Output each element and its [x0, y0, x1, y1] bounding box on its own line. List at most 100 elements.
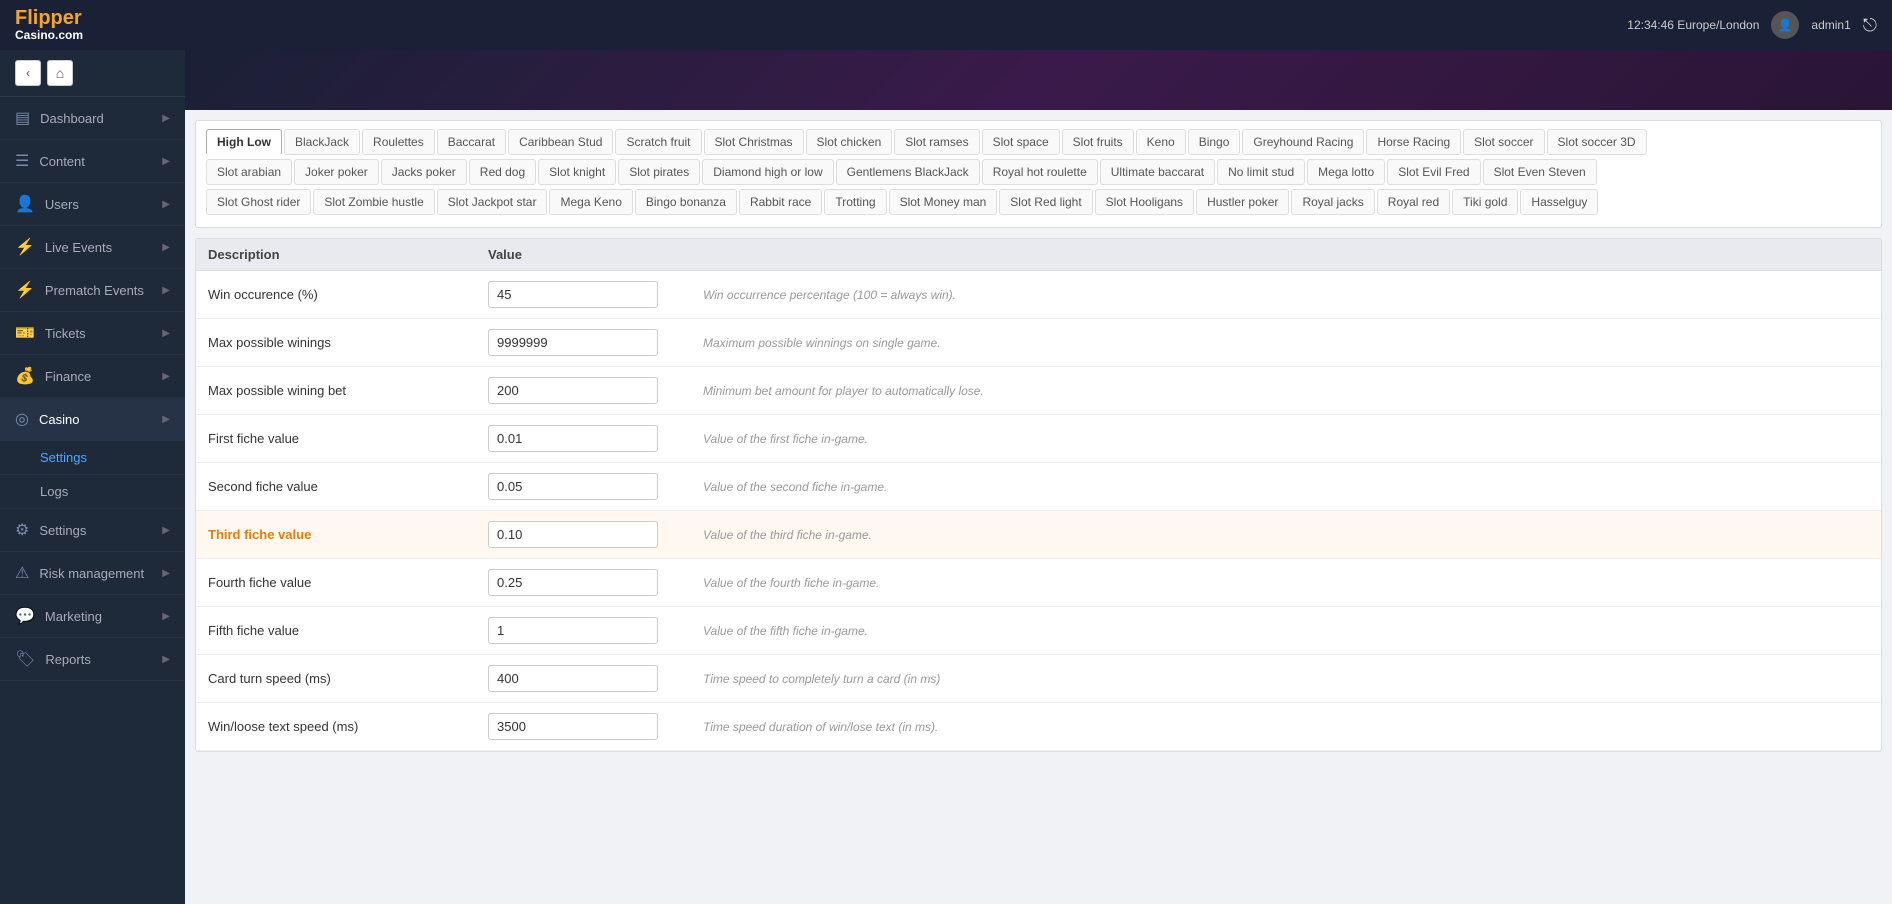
- row-label: Third fiche value: [208, 527, 488, 542]
- tab-slot-zombie-hustle[interactable]: Slot Zombie hustle: [313, 189, 434, 215]
- tab-greyhound-racing[interactable]: Greyhound Racing: [1242, 129, 1364, 155]
- tab-jacks-poker[interactable]: Jacks poker: [381, 159, 467, 185]
- tab-no-limit-stud[interactable]: No limit stud: [1217, 159, 1305, 185]
- row-value-input[interactable]: [488, 329, 658, 356]
- chevron-right-icon: ▶: [162, 611, 170, 622]
- table-header: Description Value: [196, 239, 1881, 271]
- tab-rabbit-race[interactable]: Rabbit race: [739, 189, 822, 215]
- chevron-right-icon: ▶: [162, 414, 170, 425]
- tab-caribbean-stud[interactable]: Caribbean Stud: [508, 129, 613, 155]
- tab-slot-money-man[interactable]: Slot Money man: [889, 189, 998, 215]
- finance-icon: 💰: [15, 366, 35, 386]
- sidebar-item-casino-settings[interactable]: Settings: [0, 441, 185, 475]
- tab-ultimate-baccarat[interactable]: Ultimate baccarat: [1100, 159, 1215, 185]
- table-row: Max possible winingsMaximum possible win…: [196, 319, 1881, 367]
- tab-slot-red-light[interactable]: Slot Red light: [999, 189, 1092, 215]
- chevron-right-icon: ▶: [162, 285, 170, 296]
- row-hint: Value of the second fiche in-game.: [688, 480, 1869, 494]
- tab-keno[interactable]: Keno: [1136, 129, 1186, 155]
- sidebar-item-label: Users: [45, 197, 79, 212]
- tab-slot-pirates[interactable]: Slot pirates: [618, 159, 700, 185]
- sidebar-item-finance[interactable]: 💰 Finance ▶: [0, 355, 185, 398]
- tab-slot-arabian[interactable]: Slot arabian: [206, 159, 292, 185]
- tab-roulettes[interactable]: Roulettes: [362, 129, 435, 155]
- sidebar-item-settings[interactable]: ⚙ Settings ▶: [0, 509, 185, 552]
- sidebar-item-marketing[interactable]: 💬 Marketing ▶: [0, 595, 185, 638]
- tab-bingo[interactable]: Bingo: [1188, 129, 1241, 155]
- row-value-input[interactable]: [488, 281, 658, 308]
- row-value-input[interactable]: [488, 521, 658, 548]
- tab-slot-ghost-rider[interactable]: Slot Ghost rider: [206, 189, 311, 215]
- tab-joker-poker[interactable]: Joker poker: [294, 159, 379, 185]
- tab-bingo-bonanza[interactable]: Bingo bonanza: [635, 189, 737, 215]
- row-value-input[interactable]: [488, 617, 658, 644]
- tab-tiki-gold[interactable]: Tiki gold: [1452, 189, 1518, 215]
- sidebar-item-content[interactable]: ☰ Content ▶: [0, 140, 185, 183]
- tab-slot-soccer-3d[interactable]: Slot soccer 3D: [1547, 129, 1647, 155]
- tab-royal-red[interactable]: Royal red: [1377, 189, 1450, 215]
- tab-high-low[interactable]: High Low: [206, 129, 282, 155]
- tab-slot-ramses[interactable]: Slot ramses: [894, 129, 979, 155]
- sidebar-item-dashboard[interactable]: ▤ Dashboard ▶: [0, 97, 185, 140]
- row-label: Max possible winings: [208, 335, 488, 350]
- row-hint: Value of the fifth fiche in-game.: [688, 624, 1869, 638]
- tab-gentlemens-blackjack[interactable]: Gentlemens BlackJack: [836, 159, 980, 185]
- sidebar-item-risk-management[interactable]: ⚠ Risk management ▶: [0, 552, 185, 595]
- table-row: First fiche valueValue of the first fich…: [196, 415, 1881, 463]
- tab-trotting[interactable]: Trotting: [824, 189, 886, 215]
- sidebar-item-label: Settings: [39, 523, 86, 538]
- tab-slot-chicken[interactable]: Slot chicken: [806, 129, 893, 155]
- chevron-right-icon: ▶: [162, 371, 170, 382]
- tab-slot-soccer[interactable]: Slot soccer: [1463, 129, 1544, 155]
- row-hint: Value of the first fiche in-game.: [688, 432, 1869, 446]
- sidebar-collapse-button[interactable]: ‹: [15, 60, 41, 86]
- tab-red-dog[interactable]: Red dog: [469, 159, 536, 185]
- tab-royal-hot-roulette[interactable]: Royal hot roulette: [982, 159, 1098, 185]
- sidebar-item-users[interactable]: 👤 Users ▶: [0, 183, 185, 226]
- tab-slot-hooligans[interactable]: Slot Hooligans: [1095, 189, 1194, 215]
- sidebar-item-tickets[interactable]: 🎫 Tickets ▶: [0, 312, 185, 355]
- tab-mega-keno[interactable]: Mega Keno: [549, 189, 632, 215]
- row-value-input[interactable]: [488, 425, 658, 452]
- tab-hustler-poker[interactable]: Hustler poker: [1196, 189, 1289, 215]
- sidebar-item-label: Casino: [39, 412, 79, 427]
- logout-icon[interactable]: ⎋: [1863, 15, 1877, 36]
- row-label: Max possible wining bet: [208, 383, 488, 398]
- tab-slot-fruits[interactable]: Slot fruits: [1062, 129, 1134, 155]
- tab-slot-evil-fred[interactable]: Slot Evil Fred: [1387, 159, 1480, 185]
- sidebar-item-prematch-events[interactable]: ⚡ Prematch Events ▶: [0, 269, 185, 312]
- tab-scratch-fruit[interactable]: Scratch fruit: [615, 129, 701, 155]
- tab-hasselguy[interactable]: Hasselguy: [1520, 189, 1598, 215]
- home-button[interactable]: ⌂: [47, 60, 73, 86]
- row-label: Fourth fiche value: [208, 575, 488, 590]
- tab-slot-space[interactable]: Slot space: [982, 129, 1060, 155]
- tab-baccarat[interactable]: Baccarat: [437, 129, 506, 155]
- tab-slot-knight[interactable]: Slot knight: [538, 159, 616, 185]
- sidebar-item-live-events[interactable]: ⚡ Live Events ▶: [0, 226, 185, 269]
- row-value-input[interactable]: [488, 473, 658, 500]
- tab-horse-racing[interactable]: Horse Racing: [1366, 129, 1461, 155]
- sidebar-item-casino-logs[interactable]: Logs: [0, 475, 185, 509]
- row-value-input[interactable]: [488, 569, 658, 596]
- tab-mega-lotto[interactable]: Mega lotto: [1307, 159, 1385, 185]
- table-row: Card turn speed (ms)Time speed to comple…: [196, 655, 1881, 703]
- tab-blackjack[interactable]: BlackJack: [284, 129, 360, 155]
- prematch-icon: ⚡: [15, 280, 35, 300]
- marketing-icon: 💬: [15, 606, 35, 626]
- row-value-input[interactable]: [488, 377, 658, 404]
- tab-slot-jackpot-star[interactable]: Slot Jackpot star: [437, 189, 548, 215]
- sidebar-item-reports[interactable]: 🏷 Reports ▶: [0, 638, 185, 681]
- sidebar-item-casino[interactable]: ◎ Casino ▶: [0, 398, 185, 441]
- sidebar-item-label: Reports: [45, 652, 91, 667]
- tab-diamond-high-or-low[interactable]: Diamond high or low: [702, 159, 833, 185]
- row-value-input[interactable]: [488, 713, 658, 740]
- tab-slot-christmas[interactable]: Slot Christmas: [704, 129, 804, 155]
- row-label: Win/loose text speed (ms): [208, 719, 488, 734]
- row-value-input[interactable]: [488, 665, 658, 692]
- reports-icon: 🏷: [15, 649, 35, 669]
- casino-icon: ◎: [15, 409, 29, 429]
- sidebar-item-label: Risk management: [39, 566, 144, 581]
- tab-slot-even-steven[interactable]: Slot Even Steven: [1483, 159, 1597, 185]
- settings-table: Description Value Win occurence (%)Win o…: [195, 238, 1882, 752]
- tab-royal-jacks[interactable]: Royal jacks: [1291, 189, 1374, 215]
